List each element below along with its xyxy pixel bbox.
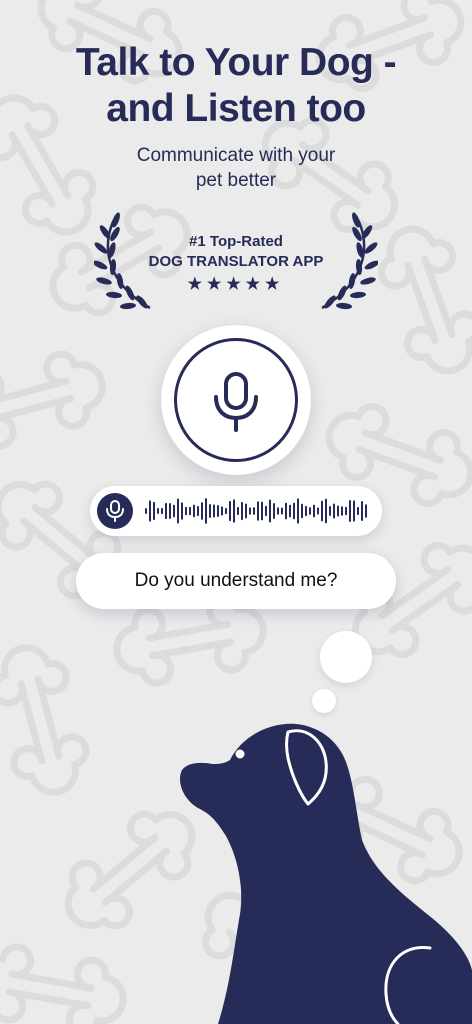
- waveform-bar: [297, 498, 299, 524]
- waveform-bar: [145, 508, 147, 514]
- waveform-bar: [349, 499, 351, 523]
- waveform-bar: [213, 504, 215, 518]
- waveform-bar: [233, 499, 235, 523]
- waveform-bar: [325, 498, 327, 524]
- page-title: Talk to Your Dog - and Listen too: [0, 40, 472, 132]
- title-line-1: Talk to Your Dog -: [75, 41, 397, 84]
- waveform-bar: [257, 501, 259, 521]
- waveform-bar: [197, 505, 199, 517]
- waveform-bar: [321, 500, 323, 522]
- record-button-ring: [174, 338, 298, 462]
- waveform-bar: [345, 506, 347, 516]
- waveform-bar: [165, 502, 167, 520]
- microphone-icon: [214, 372, 258, 432]
- waveform-bar: [173, 504, 175, 518]
- thought-bubble-large: [320, 631, 372, 683]
- waveform-bar: [329, 505, 331, 517]
- waveform-bar: [185, 506, 187, 516]
- audio-waveform: [145, 498, 367, 524]
- waveform-bar: [193, 504, 195, 518]
- waveform-bar: [241, 501, 243, 521]
- waveform-bar: [309, 507, 311, 515]
- waveform-bar: [265, 505, 267, 517]
- subtitle-line-2: pet better: [195, 170, 277, 191]
- waveform-bar: [201, 502, 203, 520]
- waveform-bar: [269, 499, 271, 523]
- waveform-bar: [293, 502, 295, 520]
- waveform-bar: [237, 506, 239, 516]
- waveform-bar: [289, 504, 291, 518]
- waveform-bar: [273, 502, 275, 520]
- waveform-bar: [305, 505, 307, 517]
- badge-line-1: #1 Top-Rated: [189, 233, 283, 250]
- waveform-bar: [337, 505, 339, 517]
- waveform-bar: [341, 506, 343, 516]
- waveform-bar: [245, 503, 247, 519]
- waveform-bar: [181, 502, 183, 520]
- waveform-bar: [161, 507, 163, 515]
- waveform-bar: [169, 503, 171, 519]
- waveform-bar: [153, 501, 155, 521]
- page-subtitle: Communicate with your pet better: [0, 143, 472, 193]
- waveform-bar: [157, 507, 159, 515]
- waveform-bar: [281, 507, 283, 515]
- award-badge: #1 Top-Rated DOG TRANSLATOR APP ★★★★★: [94, 210, 378, 314]
- title-line-2: and Listen too: [106, 87, 366, 130]
- waveform-bar: [317, 507, 319, 515]
- dog-illustration: [180, 723, 472, 1024]
- waveform-bar: [285, 502, 287, 520]
- waveform-bar: [365, 504, 367, 518]
- thought-bubble-small: [312, 689, 336, 713]
- waveform-bar: [189, 506, 191, 516]
- waveform-bar: [313, 504, 315, 518]
- microphone-icon: [106, 500, 124, 522]
- waveform-bar: [249, 507, 251, 515]
- waveform-bar: [225, 507, 227, 515]
- waveform-bar: [209, 503, 211, 519]
- speech-bubble: Do you understand me?: [76, 553, 396, 609]
- voice-recording-bar: [90, 486, 382, 536]
- subtitle-line-1: Communicate with your: [136, 145, 336, 166]
- badge-text: #1 Top-Rated DOG TRANSLATOR APP ★★★★★: [134, 232, 338, 295]
- waveform-bar: [333, 503, 335, 519]
- speech-text: Do you understand me?: [134, 570, 338, 591]
- waveform-bar: [205, 498, 207, 524]
- waveform-bar: [229, 500, 231, 522]
- waveform-bar: [261, 501, 263, 521]
- waveform-bar: [277, 507, 279, 515]
- waveform-bar: [221, 506, 223, 516]
- record-button[interactable]: [161, 325, 311, 475]
- waveform-bar: [301, 503, 303, 519]
- badge-line-2: DOG TRANSLATOR APP: [148, 253, 324, 270]
- waveform-bar: [357, 506, 359, 516]
- waveform-bar: [149, 500, 151, 522]
- waveform-bar: [217, 504, 219, 518]
- waveform-bar: [177, 498, 179, 524]
- waveform-bar: [253, 507, 255, 515]
- waveform-bar: [353, 500, 355, 522]
- rating-stars: ★★★★★: [187, 276, 285, 293]
- waveform-bar: [361, 501, 363, 521]
- recording-mic-button[interactable]: [97, 493, 133, 529]
